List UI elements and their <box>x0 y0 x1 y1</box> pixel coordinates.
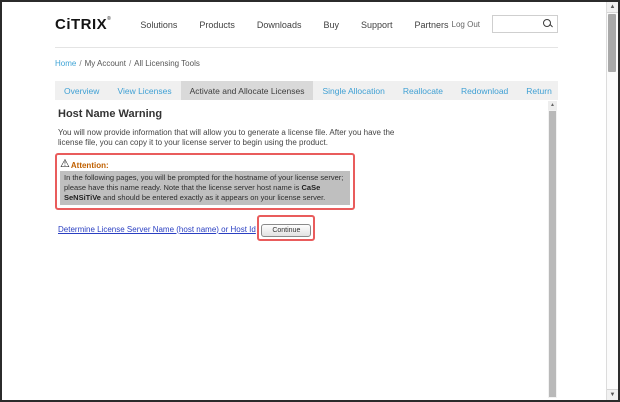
breadcrumb-home[interactable]: Home <box>55 59 76 68</box>
main-panel: Host Name Warning You will now provide i… <box>55 108 558 241</box>
attention-highlight-annotation: ⚠ Attention: In the following pages, you… <box>55 153 355 210</box>
window-scrollbar-up-icon[interactable]: ▲ <box>607 2 618 13</box>
search-input[interactable] <box>493 18 543 30</box>
nav-item-buy[interactable]: Buy <box>312 20 350 30</box>
window-scrollbar[interactable]: ▲ ▼ <box>606 2 618 400</box>
page-title: Host Name Warning <box>58 108 163 120</box>
breadcrumb-separator: / <box>79 59 82 68</box>
warning-triangle-icon: ⚠ <box>60 158 70 171</box>
nav-item-products[interactable]: Products <box>188 20 246 30</box>
content-scrollbar[interactable]: ▲ <box>548 101 557 398</box>
content-scrollbar-thumb[interactable] <box>549 111 556 397</box>
tab-activate-and-allocate-licenses[interactable]: Activate and Allocate Licenses <box>180 81 314 100</box>
site-header: CiTRIX® Solutions Products Downloads Buy… <box>55 2 558 48</box>
citrix-logo-text: CiTRIX <box>55 16 108 33</box>
window-scrollbar-down-icon[interactable]: ▼ <box>607 389 618 400</box>
attention-label: Attention: <box>70 161 109 171</box>
registered-mark: ® <box>107 16 112 22</box>
attention-header: ⚠ Attention: <box>60 156 350 170</box>
nav-item-solutions[interactable]: Solutions <box>129 20 188 30</box>
tab-return[interactable]: Return <box>517 81 561 100</box>
intro-text: You will now provide information that wi… <box>58 128 395 148</box>
continue-button[interactable]: Continue <box>261 223 312 237</box>
determine-server-name-link[interactable]: Determine License Server Name (host name… <box>58 225 256 234</box>
breadcrumb-my-account[interactable]: My Account <box>85 59 126 68</box>
attention-text-after: and should be entered exactly as it appe… <box>100 192 326 202</box>
main-nav: Solutions Products Downloads Buy Support… <box>129 20 459 30</box>
continue-highlight-annotation: Continue <box>257 214 316 241</box>
breadcrumb-all-licensing-tools[interactable]: All Licensing Tools <box>134 59 200 68</box>
search-icon[interactable] <box>543 18 554 30</box>
breadcrumb: Home / My Account / All Licensing Tools <box>55 59 558 68</box>
license-tools-tabbar: Overview View Licenses Activate and Allo… <box>55 81 558 100</box>
page-content: CiTRIX® Solutions Products Downloads Buy… <box>55 2 558 241</box>
tab-single-allocation[interactable]: Single Allocation <box>313 81 393 100</box>
search-box <box>492 15 558 33</box>
breadcrumb-separator: / <box>128 59 132 68</box>
content-scrollbar-up-icon[interactable]: ▲ <box>548 101 557 110</box>
logout-link[interactable]: Log Out <box>452 20 480 29</box>
citrix-logo[interactable]: CiTRIX® <box>55 16 111 33</box>
attention-body: In the following pages, you will be prom… <box>60 171 350 205</box>
browser-window: CiTRIX® Solutions Products Downloads Buy… <box>0 0 620 402</box>
nav-item-support[interactable]: Support <box>350 20 404 30</box>
window-scrollbar-thumb[interactable] <box>608 14 616 72</box>
tab-overview[interactable]: Overview <box>55 81 108 100</box>
nav-item-downloads[interactable]: Downloads <box>246 20 313 30</box>
tab-view-licenses[interactable]: View Licenses <box>108 81 180 100</box>
tab-redownload[interactable]: Redownload <box>452 81 517 100</box>
tab-reallocate[interactable]: Reallocate <box>394 81 452 100</box>
